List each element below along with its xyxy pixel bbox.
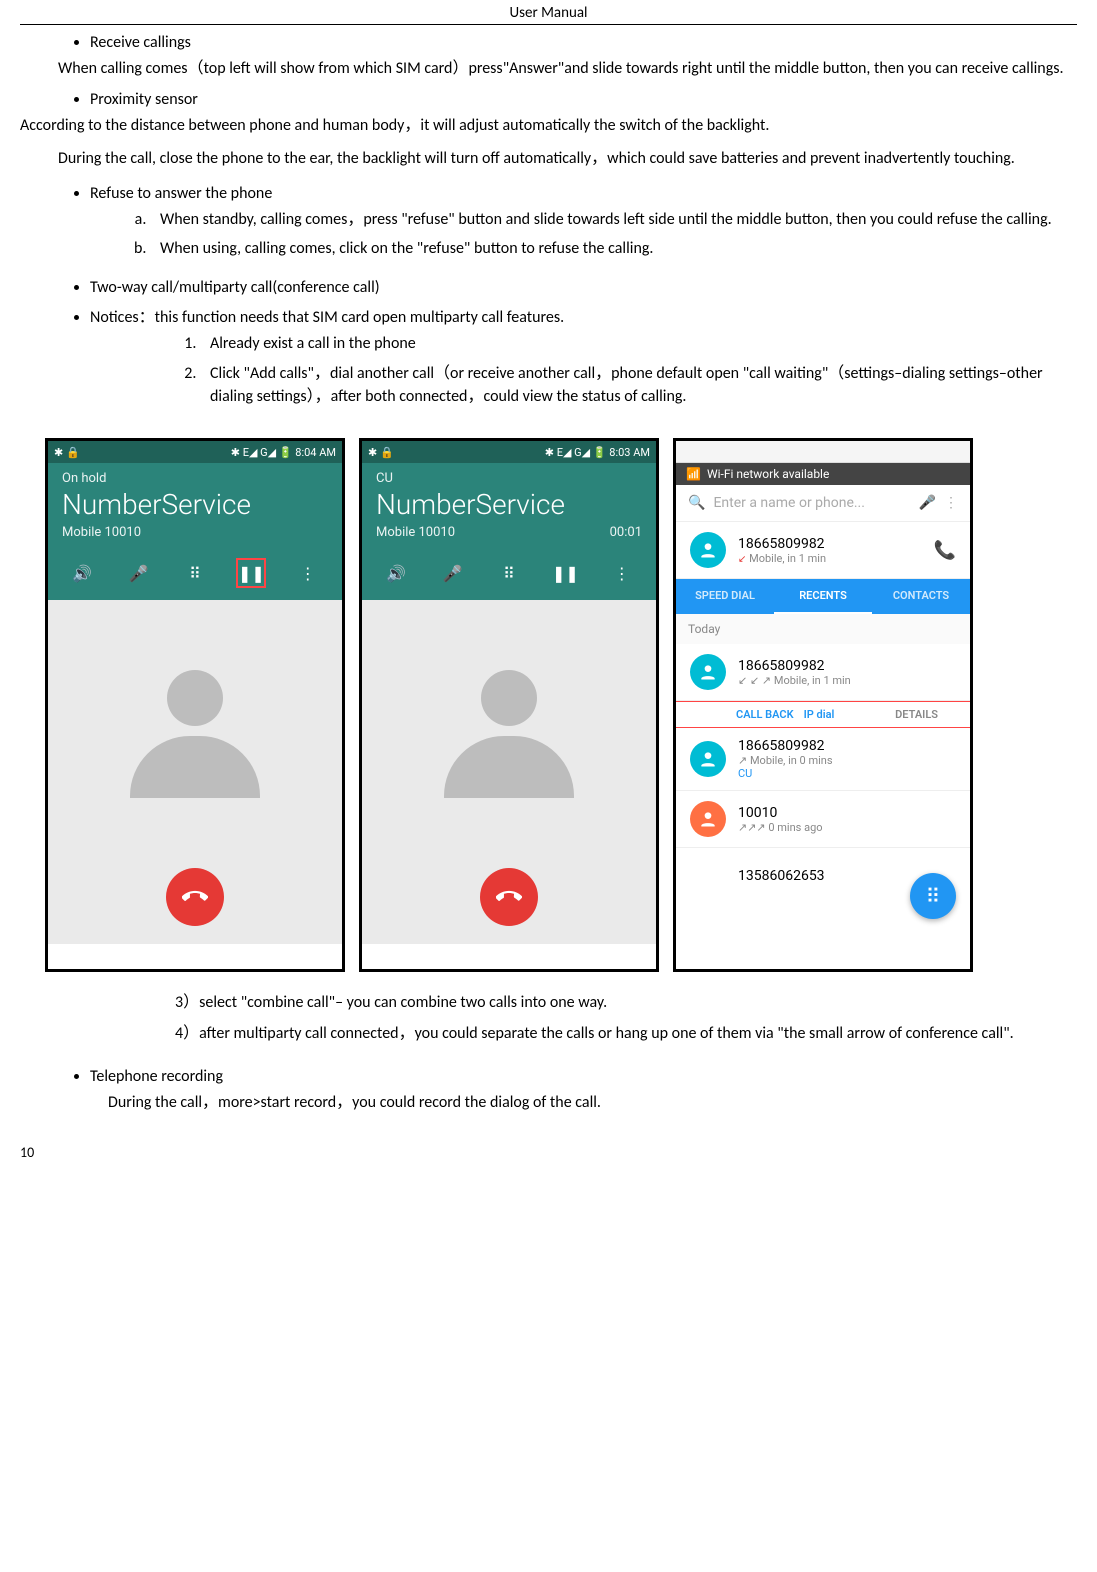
- call-header: On hold NumberService Mobile 10010: [48, 463, 342, 550]
- phone-screenshot-onhold: ✱ 🔒 ✱ E◢ G◢ 🔋 8:04 AM On hold NumberServ…: [45, 438, 345, 972]
- ipdial-button[interactable]: IP dial: [804, 708, 835, 721]
- wifi-banner[interactable]: 📶 Wi-Fi network available: [676, 463, 970, 485]
- tabs: SPEED DIAL RECENTS CONTACTS: [676, 579, 970, 614]
- dialpad-icon[interactable]: ⠿: [494, 558, 524, 588]
- status-right: ✱ E◢ G◢ 🔋 8:04 AM: [231, 446, 336, 459]
- tab-contacts[interactable]: CONTACTS: [872, 579, 970, 614]
- hangup-button[interactable]: [480, 868, 538, 926]
- mic-icon[interactable]: 🎤: [919, 495, 936, 511]
- top-call-card[interactable]: 18665809982 ↙ Mobile, in 1 min 📞: [676, 522, 970, 579]
- more-icon[interactable]: ⋮: [607, 558, 637, 588]
- hangup-button[interactable]: [166, 868, 224, 926]
- list-item[interactable]: 10010 ↗↗↗ 0 mins ago: [676, 791, 970, 848]
- status-left: ✱ 🔒: [368, 446, 394, 459]
- receive-body: When calling comes（top left will show fr…: [58, 58, 1077, 80]
- pause-icon[interactable]: ❚❚: [550, 558, 580, 588]
- bullet-proximity: Proximity sensor: [90, 90, 1077, 109]
- row-number: 10010: [738, 805, 956, 821]
- more-icon[interactable]: ⋮: [293, 558, 323, 588]
- call-icons-row: 🔊 🎤 ⠿ ❚❚ ⋮: [362, 550, 656, 600]
- search-bar[interactable]: 🔍 Enter a name or phone... 🎤 ⋮: [676, 485, 970, 522]
- hangup-area: [48, 868, 342, 944]
- call-icons-row: 🔊 🎤 ⠿ ❚❚ ⋮: [48, 550, 342, 600]
- status-bar: ✱ 🔒 ✱ E◢ G◢ 🔋 8:04 AM: [48, 441, 342, 463]
- step1: Already exist a call in the phone: [200, 333, 1077, 355]
- avatar-placeholder: [362, 600, 656, 868]
- row-actions: CALL BACK IP dial DETAILS: [676, 701, 970, 728]
- call-header: CU NumberService Mobile 10010 00:01: [362, 463, 656, 550]
- hangup-area: [362, 868, 656, 944]
- row-carrier: CU: [738, 767, 956, 780]
- bullet-twoway: Two-way call/multiparty call(conference …: [90, 278, 1077, 297]
- refuse-b: When using, calling comes, click on the …: [150, 238, 1077, 260]
- status-bar: [676, 441, 970, 463]
- phone-icon[interactable]: 📞: [934, 540, 956, 561]
- step2: Click "Add calls"，dial another call（or r…: [200, 363, 1077, 408]
- mute-icon[interactable]: 🎤: [124, 558, 154, 588]
- step4: 4）after multiparty call connected，you co…: [175, 1023, 1077, 1045]
- list-item[interactable]: 18665809982 ↙ ↙ ↗ Mobile, in 1 min: [676, 644, 970, 701]
- avatar: [690, 654, 726, 690]
- callback-button[interactable]: CALL BACK: [736, 708, 794, 721]
- avatar-placeholder: [48, 600, 342, 868]
- more-icon[interactable]: ⋮: [944, 495, 958, 511]
- call-meta: Mobile 10010: [62, 525, 328, 540]
- bullet-notices: Notices：this function needs that SIM car…: [90, 303, 1077, 327]
- pause-icon[interactable]: ❚❚: [236, 558, 266, 588]
- bullet-receive: Receive callings: [90, 33, 1077, 52]
- screenshots-row: ✱ 🔒 ✱ E◢ G◢ 🔋 8:04 AM On hold NumberServ…: [45, 438, 1077, 972]
- status-right: ✱ E◢ G◢ 🔋 8:03 AM: [545, 446, 650, 459]
- caller-name: NumberService: [62, 488, 328, 521]
- phone-screenshot-recents: 📶 Wi-Fi network available 🔍 Enter a name…: [673, 438, 973, 972]
- wifi-icon: 📶: [686, 467, 701, 481]
- top-call-number: 18665809982: [738, 536, 922, 552]
- call-status-label: On hold: [62, 471, 328, 486]
- wifi-banner-text: Wi-Fi network available: [707, 467, 829, 481]
- bullet-recording: Telephone recording: [90, 1067, 1077, 1086]
- avatar: [690, 741, 726, 777]
- step3: 3）select "combine call"– you can combine…: [175, 992, 1077, 1014]
- bullet-refuse: Refuse to answer the phone: [90, 184, 1077, 203]
- page-header: User Manual: [20, 0, 1077, 25]
- tab-speeddial[interactable]: SPEED DIAL: [676, 579, 774, 614]
- tab-recents[interactable]: RECENTS: [774, 579, 872, 614]
- avatar: [690, 801, 726, 837]
- avatar: [690, 532, 726, 568]
- carrier-label: CU: [376, 471, 642, 486]
- speaker-icon[interactable]: 🔊: [381, 558, 411, 588]
- row-number: 18665809982: [738, 738, 956, 754]
- refuse-a: When standby, calling comes，press "refus…: [150, 209, 1077, 231]
- search-icon: 🔍: [688, 495, 705, 511]
- dialpad-fab[interactable]: ⠿: [910, 873, 956, 919]
- row-meta: ↗ Mobile, in 0 mins: [738, 754, 956, 767]
- search-placeholder: Enter a name or phone...: [713, 495, 910, 511]
- details-button[interactable]: DETAILS: [895, 708, 958, 721]
- recording-body: During the call，more>start record，you co…: [108, 1092, 1077, 1114]
- status-bar: ✱ 🔒 ✱ E◢ G◢ 🔋 8:03 AM: [362, 441, 656, 463]
- call-meta: Mobile 10010 00:01: [376, 525, 642, 540]
- caller-name: NumberService: [376, 488, 642, 521]
- speaker-icon[interactable]: 🔊: [67, 558, 97, 588]
- phone-screenshot-active-call: ✱ 🔒 ✱ E◢ G◢ 🔋 8:03 AM CU NumberService M…: [359, 438, 659, 972]
- row-meta: ↗↗↗ 0 mins ago: [738, 821, 956, 834]
- list-item[interactable]: 18665809982 ↗ Mobile, in 0 mins CU: [676, 728, 970, 791]
- status-left: ✱ 🔒: [54, 446, 80, 459]
- row-meta: ↙ ↙ ↗ Mobile, in 1 min: [738, 674, 956, 687]
- mute-icon[interactable]: 🎤: [438, 558, 468, 588]
- row-number: 18665809982: [738, 658, 956, 674]
- page-number: 10: [20, 1144, 1077, 1161]
- dialpad-icon[interactable]: ⠿: [180, 558, 210, 588]
- proximity-body2: During the call, close the phone to the …: [58, 148, 1077, 170]
- proximity-body1: According to the distance between phone …: [20, 115, 1077, 137]
- call-timer: 00:01: [610, 525, 642, 540]
- section-today: Today: [676, 614, 970, 644]
